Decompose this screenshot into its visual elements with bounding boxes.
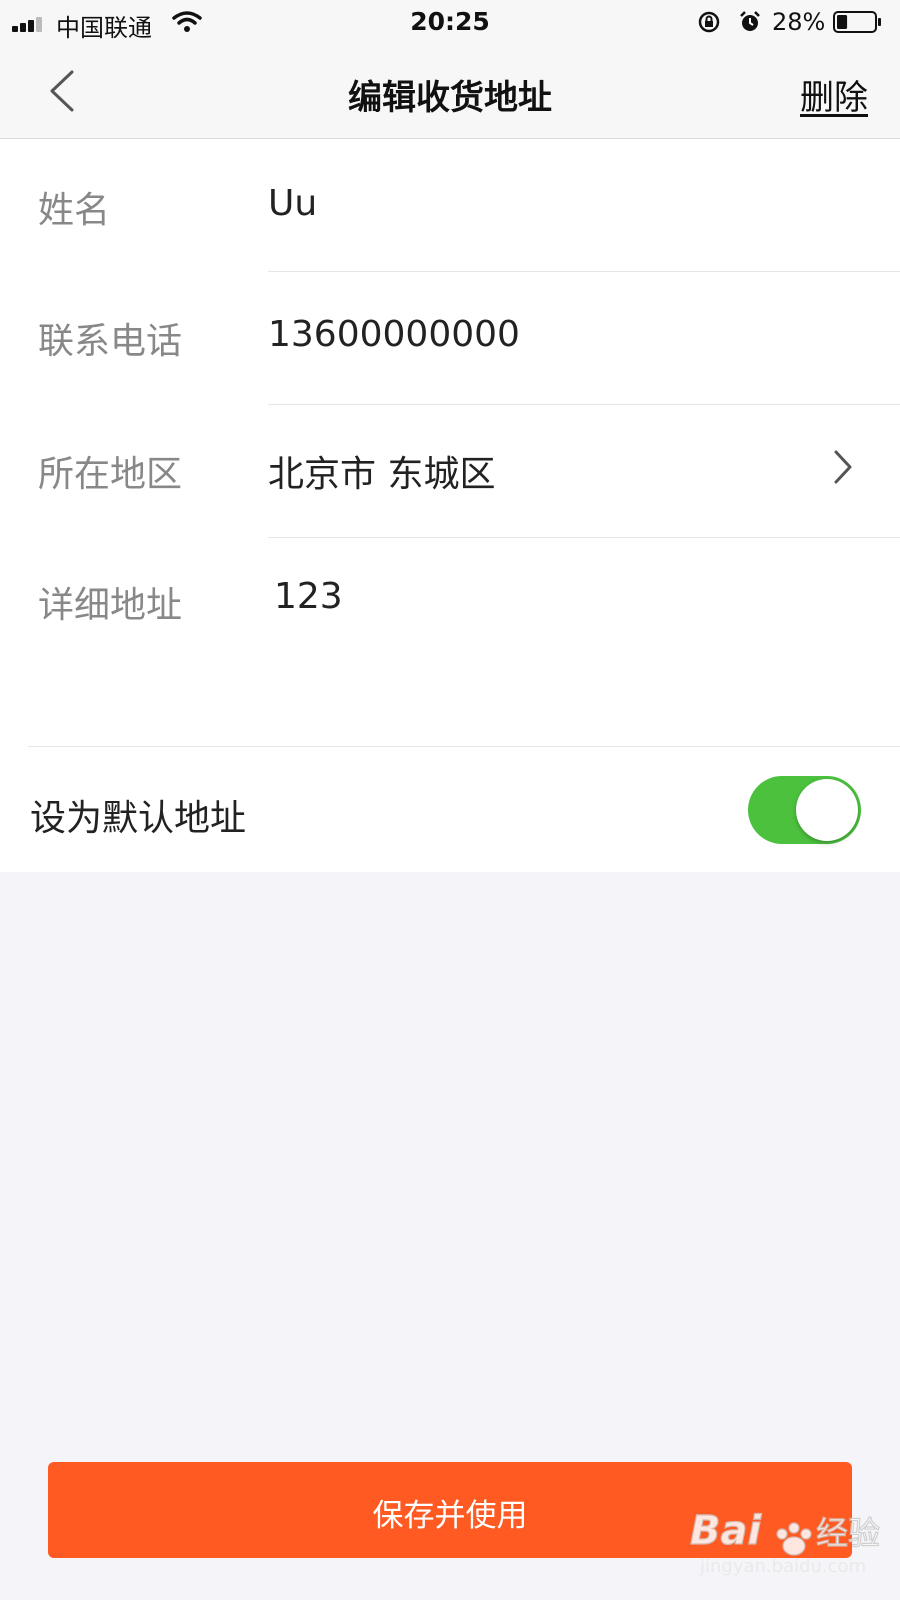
divider: [28, 746, 900, 747]
detail-address-row: 详细地址 123: [0, 538, 900, 746]
detail-address-label: 详细地址: [38, 585, 183, 626]
battery-percent: 28%: [772, 8, 826, 36]
toggle-knob: [796, 779, 858, 841]
region-row[interactable]: 所在地区 北京市 东城区: [0, 405, 900, 538]
address-form: 姓名 Uu 联系电话 13600000000 所在地区 北京市 东城区 详细地址…: [0, 139, 900, 872]
default-address-row: 设为默认地址: [0, 746, 900, 872]
navigation-bar: 编辑收货地址 删除: [0, 44, 900, 139]
baidu-jingyan-watermark: Bai 经验 jingyan.baidu.com: [690, 1507, 881, 1577]
name-input[interactable]: Uu: [268, 183, 317, 224]
battery-icon: [833, 11, 881, 33]
delete-button[interactable]: 删除: [800, 70, 868, 119]
watermark-url: jingyan.baidu.com: [699, 1556, 866, 1577]
clock-time: 20:25: [410, 7, 490, 36]
phone-input[interactable]: 13600000000: [268, 314, 520, 355]
detail-address-input[interactable]: 123: [274, 576, 343, 617]
name-label: 姓名: [38, 190, 111, 231]
default-address-toggle[interactable]: [748, 776, 861, 844]
page-title: 编辑收货地址: [348, 78, 552, 118]
status-bar: 中国联通 20:25 28%: [0, 0, 900, 44]
name-row: 姓名 Uu: [0, 139, 900, 272]
rotation-lock-icon: [698, 11, 720, 33]
alarm-clock-icon: [740, 11, 760, 31]
watermark-suffix: 经验: [816, 1514, 880, 1552]
region-label: 所在地区: [38, 454, 183, 495]
chevron-right-icon[interactable]: [832, 448, 854, 486]
watermark-brand: Bai: [690, 1508, 762, 1554]
default-address-label: 设为默认地址: [30, 798, 247, 839]
phone-row: 联系电话 13600000000: [0, 272, 900, 405]
phone-label: 联系电话: [38, 321, 183, 362]
region-value[interactable]: 北京市 东城区: [268, 445, 495, 497]
